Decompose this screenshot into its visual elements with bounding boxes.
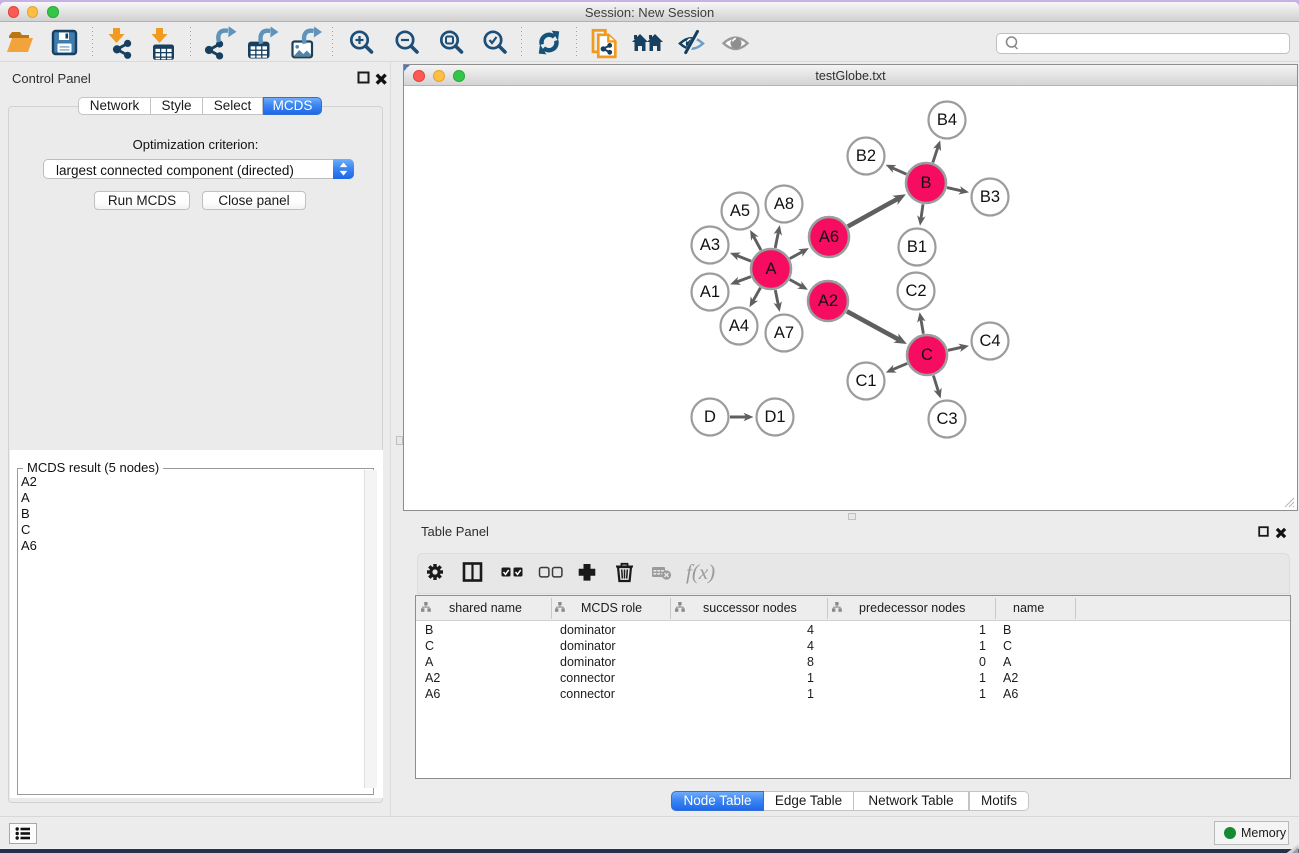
svg-text:A1: A1 xyxy=(700,283,720,301)
svg-text:B1: B1 xyxy=(907,238,927,256)
svg-text:B: B xyxy=(920,174,931,192)
svg-text:A3: A3 xyxy=(700,236,720,254)
svg-text:C3: C3 xyxy=(936,410,957,428)
svg-text:B2: B2 xyxy=(856,147,876,165)
svg-text:A2: A2 xyxy=(818,292,838,310)
svg-text:A5: A5 xyxy=(730,202,750,220)
svg-text:f(x): f(x) xyxy=(686,560,715,584)
svg-text:D: D xyxy=(704,408,716,426)
svg-text:A6: A6 xyxy=(819,228,839,246)
svg-text:C1: C1 xyxy=(855,372,876,390)
svg-text:A: A xyxy=(765,260,776,278)
svg-text:C2: C2 xyxy=(905,282,926,300)
svg-text:C4: C4 xyxy=(979,332,1000,350)
svg-text:A7: A7 xyxy=(774,324,794,342)
svg-text:B3: B3 xyxy=(980,188,1000,206)
svg-text:B4: B4 xyxy=(937,111,957,129)
svg-text:C: C xyxy=(921,346,933,364)
svg-text:A4: A4 xyxy=(729,317,749,335)
svg-text:A8: A8 xyxy=(774,195,794,213)
svg-text:D1: D1 xyxy=(764,408,785,426)
